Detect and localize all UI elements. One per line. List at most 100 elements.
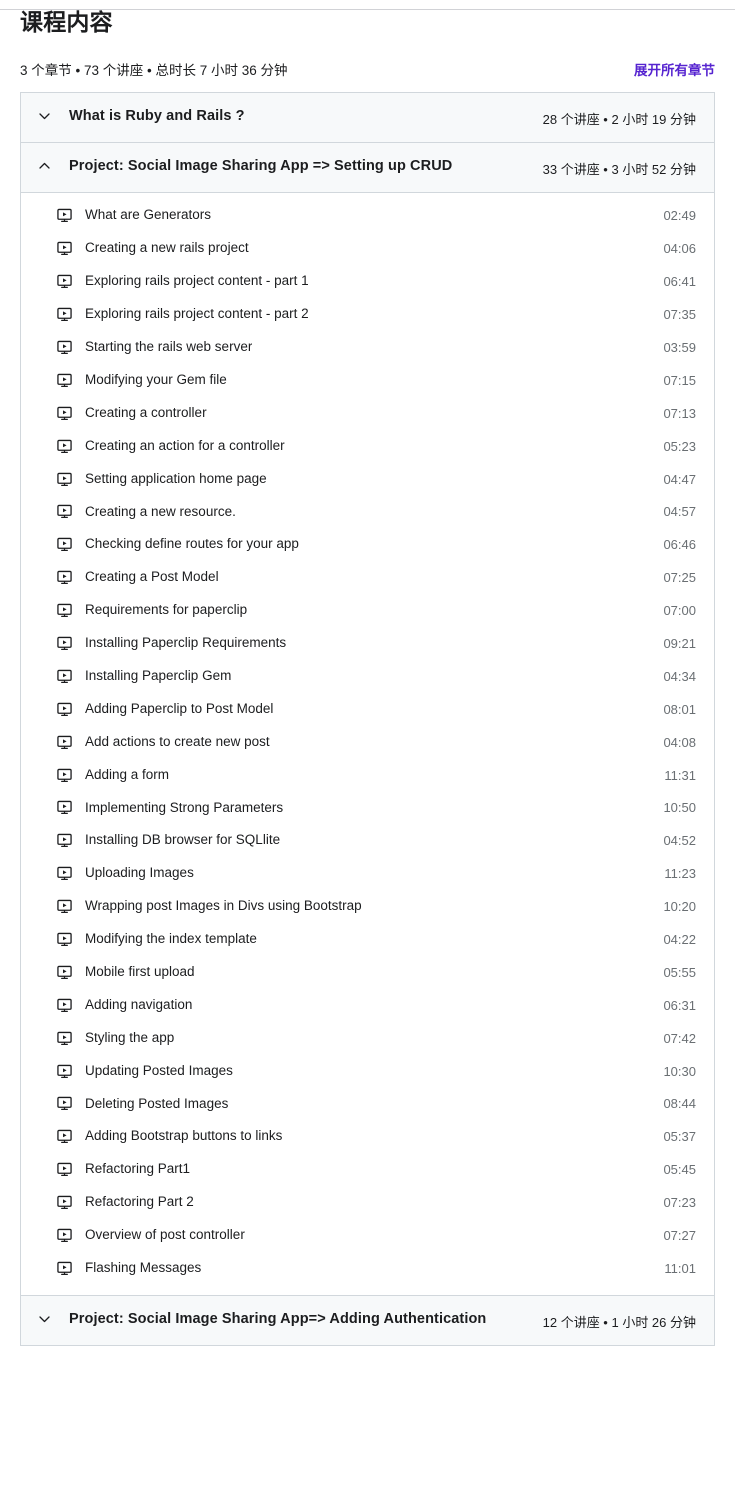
lecture-row[interactable]: Creating a Post Model 07:25 [21,561,714,594]
lecture-row[interactable]: Implementing Strong Parameters 10:50 [21,792,714,825]
lecture-row[interactable]: Adding a form 11:31 [21,759,714,792]
video-icon [57,340,72,355]
lecture-title: What are Generators [85,207,212,223]
video-icon [57,1129,72,1144]
section-header-left: What is Ruby and Rails ? [37,107,543,127]
video-icon [57,1031,72,1046]
lecture-row[interactable]: What are Generators 02:49 [21,199,714,232]
lecture-row[interactable]: Updating Posted Images 10:30 [21,1055,714,1088]
lecture-duration: 05:55 [663,964,696,980]
lecture-row[interactable]: Flashing Messages 11:01 [21,1252,714,1285]
section-title: What is Ruby and Rails ? [69,108,245,125]
lecture-title: Uploading Images [85,865,194,881]
lecture-row[interactable]: Refactoring Part 2 07:23 [21,1186,714,1219]
chevron-down-icon[interactable] [37,1312,51,1330]
lecture-row[interactable]: Creating a controller 07:13 [21,397,714,430]
lecture-row-left: Styling the app [57,1029,174,1048]
lecture-title: Adding Bootstrap buttons to links [85,1128,283,1144]
video-icon [57,965,72,980]
lecture-row-left: Creating a controller [57,404,207,423]
lecture-row[interactable]: Deleting Posted Images 08:44 [21,1088,714,1121]
lecture-title: Adding a form [85,766,170,782]
lecture-row[interactable]: Add actions to create new post 04:08 [21,726,714,759]
section-title: Project: Social Image Sharing App => Set… [69,158,453,175]
expand-all-sections-link[interactable]: 展开所有章节 [634,59,715,79]
video-icon [57,208,72,223]
section-meta: 28 个讲座 • 2 小时 19 分钟 [542,112,696,128]
lecture-row[interactable]: Exploring rails project content - part 1… [21,265,714,298]
lecture-row[interactable]: Adding Bootstrap buttons to links 05:37 [21,1120,714,1153]
section-header-left: Project: Social Image Sharing App => Set… [37,157,543,177]
lecture-row[interactable]: Wrapping post Images in Divs using Boots… [21,890,714,923]
lecture-row[interactable]: Exploring rails project content - part 2… [21,298,714,331]
lecture-row[interactable]: Starting the rails web server 03:59 [21,331,714,364]
lecture-row[interactable]: Uploading Images 11:23 [21,857,714,890]
lecture-duration: 11:01 [664,1260,696,1276]
lecture-title: Mobile first upload [85,963,195,979]
lecture-duration: 04:22 [663,932,696,948]
lecture-title: Exploring rails project content - part 1 [85,273,309,289]
video-icon [57,1064,72,1079]
chevron-up-icon[interactable] [37,159,51,177]
video-icon [57,833,72,848]
lecture-duration: 08:44 [663,1096,696,1112]
lecture-row[interactable]: Refactoring Part1 05:45 [21,1153,714,1186]
lecture-row-left: Creating a new resource. [57,503,236,522]
chevron-down-icon[interactable] [37,109,51,127]
lecture-row-left: Uploading Images [57,864,194,883]
lecture-duration: 04:34 [663,668,696,684]
lecture-title: Creating a new resource. [85,503,236,519]
video-icon [57,636,72,651]
lecture-row[interactable]: Creating an action for a controller 05:23 [21,430,714,463]
lecture-title: Installing Paperclip Gem [85,667,232,683]
lecture-duration: 07:23 [663,1195,696,1211]
lecture-row[interactable]: Modifying your Gem file 07:15 [21,364,714,397]
lecture-title: Styling the app [85,1029,175,1045]
lecture-row[interactable]: Setting application home page 04:47 [21,463,714,496]
video-icon [57,373,72,388]
lecture-row[interactable]: Checking define routes for your app 06:46 [21,528,714,561]
lecture-duration: 10:30 [663,1063,696,1079]
lecture-duration: 07:13 [663,405,696,421]
lecture-duration: 08:01 [663,701,696,717]
section-header[interactable]: What is Ruby and Rails ? 28 个讲座 • 2 小时 19… [21,93,714,144]
video-icon [57,1096,72,1111]
lecture-duration: 10:20 [663,899,696,915]
video-icon [57,274,72,289]
lecture-duration: 04:06 [663,241,696,257]
lecture-row[interactable]: Adding navigation 06:31 [21,989,714,1022]
lecture-row-left: Setting application home page [57,470,267,489]
lecture-title: Implementing Strong Parameters [85,799,284,815]
lecture-row[interactable]: Installing Paperclip Requirements 09:21 [21,627,714,660]
lecture-duration: 03:59 [663,339,696,355]
lecture-row[interactable]: Creating a new resource. 04:57 [21,496,714,529]
lecture-row[interactable]: Adding Paperclip to Post Model 08:01 [21,693,714,726]
lecture-row[interactable]: Modifying the index template 04:22 [21,923,714,956]
lecture-title: Refactoring Part 2 [85,1194,194,1210]
lecture-row[interactable]: Creating a new rails project 04:06 [21,232,714,265]
lecture-row[interactable]: Installing Paperclip Gem 04:34 [21,660,714,693]
video-icon [57,866,72,881]
lecture-row-left: Refactoring Part1 [57,1160,190,1179]
lecture-title: Installing DB browser for SQLlite [85,832,281,848]
lecture-duration: 07:25 [663,570,696,586]
lecture-row-left: Checking define routes for your app [57,535,299,554]
lecture-row-left: Modifying the index template [57,930,257,949]
video-icon [57,406,72,421]
lecture-row[interactable]: Installing DB browser for SQLlite 04:52 [21,824,714,857]
lecture-row-left: Overview of post controller [57,1226,245,1245]
lecture-row[interactable]: Styling the app 07:42 [21,1022,714,1055]
lecture-duration: 07:00 [663,603,696,619]
lecture-row[interactable]: Overview of post controller 07:27 [21,1219,714,1252]
lecture-title: Starting the rails web server [85,339,253,355]
video-icon [57,439,72,454]
lecture-duration: 10:50 [663,800,696,816]
section-header[interactable]: Project: Social Image Sharing App=> Addi… [21,1295,714,1345]
lecture-row-left: Installing Paperclip Requirements [57,634,286,653]
lecture-row-left: Installing Paperclip Gem [57,667,231,686]
lecture-row[interactable]: Mobile first upload 05:55 [21,956,714,989]
section-meta: 12 个讲座 • 1 小时 26 分钟 [542,1314,696,1330]
lecture-row-left: Deleting Posted Images [57,1095,228,1114]
lecture-row[interactable]: Requirements for paperclip 07:00 [21,594,714,627]
section-header[interactable]: Project: Social Image Sharing App => Set… [21,143,714,194]
